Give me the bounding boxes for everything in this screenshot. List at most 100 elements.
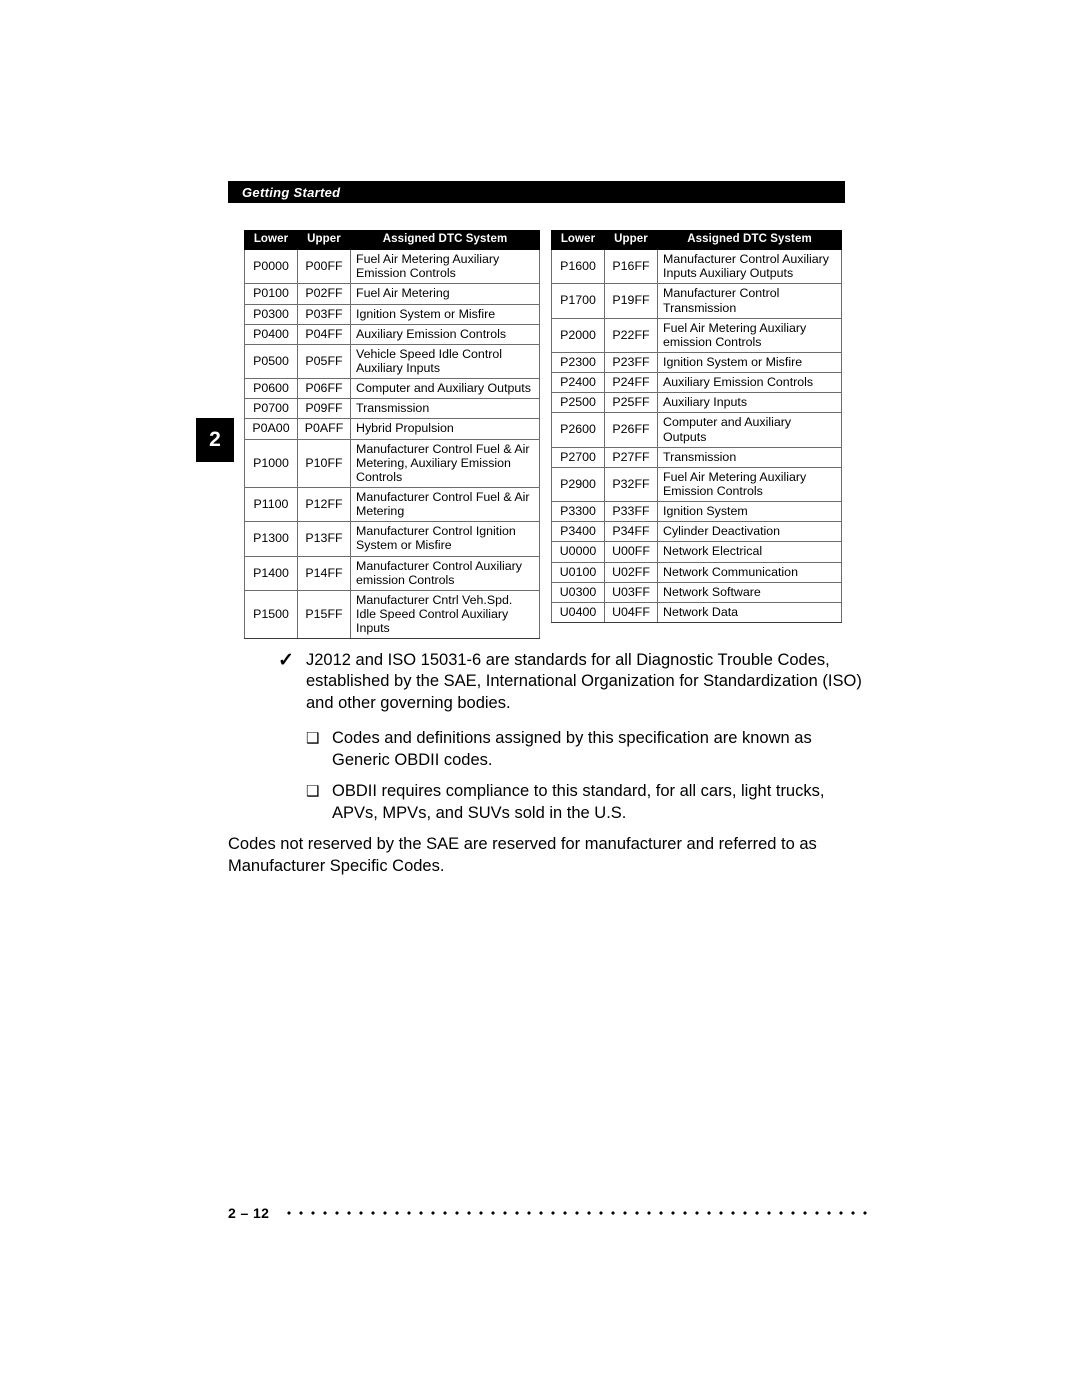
table-row: U0000 U00FF Network Electrical [551,541,842,563]
dtc-table-left: Lower Upper Assigned DTC System P0000 P00… [244,229,540,640]
cell-upper-code: P24FF [604,372,658,394]
cell-upper-code: P04FF [297,323,351,345]
bullet-item-primary-text: J2012 and ISO 15031-6 are standards for … [306,651,862,712]
table-row: P1100 P12FF Manufacturer Control Fuel & Ai… [244,486,540,523]
cell-lower-code: P1700 [551,283,605,319]
cell-upper-code: P15FF [297,589,351,640]
dtc-table-right: Lower Upper Assigned DTC System P1600 P16… [551,229,842,623]
table-row: P3400 P34FF Cylinder Deactivation [551,521,842,543]
cell-upper-code: P26FF [604,412,658,448]
cell-upper-code: P09FF [297,398,351,420]
table-row: P1300 P13FF Manufacturer Control Ignition … [244,521,540,557]
dtc-table-left-head: Lower Upper Assigned DTC System [244,229,540,251]
column-header-upper: Upper [297,229,351,251]
cell-upper-code: P03FF [297,303,351,325]
cell-lower-code: P1400 [244,555,298,591]
cell-assigned-dtc-system: Manufacturer Control Auxiliary emission … [350,555,540,591]
cell-lower-code: P1500 [244,589,298,640]
bullet-item-primary: ✓ J2012 and ISO 15031-6 are standards fo… [278,650,868,714]
cell-assigned-dtc-system: Manufacturer Control Fuel & Air Metering… [350,438,540,488]
table-row: P0100 P02FF Fuel Air Metering [244,283,540,305]
dtc-table-right-body: P1600 P16FF Manufacturer Control Auxiliary… [551,249,842,623]
cell-lower-code: P2500 [551,392,605,414]
cell-upper-code: P33FF [604,501,658,523]
cell-assigned-dtc-system: Manufacturer Control Transmission [657,283,842,319]
cell-assigned-dtc-system: Manufacturer Control Ignition System or … [350,521,540,557]
column-header-lower: Lower [551,229,605,251]
bullet-item-secondary-1-text: Codes and definitions assigned by this s… [332,729,812,769]
cell-lower-code: P1100 [244,486,298,523]
dtc-table-right-head: Lower Upper Assigned DTC System [551,229,842,251]
cell-upper-code: P23FF [604,351,658,374]
cell-assigned-dtc-system: Vehicle Speed Idle Control Auxiliary Inp… [350,343,540,380]
cell-upper-code: P05FF [297,343,351,380]
cell-assigned-dtc-system: Manufacturer Control Auxiliary Inputs Au… [657,249,842,285]
cell-assigned-dtc-system: Manufacturer Control Fuel & Air Metering [350,486,540,523]
table-row: U0100 U02FF Network Communication [551,561,842,583]
cell-assigned-dtc-system: Auxiliary Inputs [657,392,842,414]
cell-lower-code: P0100 [244,283,298,305]
bullet-item-secondary-2: ❑ OBDII requires compliance to this stan… [306,781,868,824]
cell-assigned-dtc-system: Ignition System [657,501,842,523]
cell-assigned-dtc-system: Network Software [657,581,842,603]
cell-lower-code: P2600 [551,412,605,448]
cell-assigned-dtc-system: Transmission [657,446,842,468]
cell-upper-code: P27FF [604,446,658,468]
cell-upper-code: U00FF [604,541,658,563]
cell-assigned-dtc-system: Ignition System or Misfire [657,351,842,374]
table-row: P2700 P27FF Transmission [551,446,842,468]
cell-lower-code: P0A00 [244,418,298,440]
cell-upper-code: P10FF [297,438,351,488]
table-row: P0000 P00FF Fuel Air Metering Auxiliary Em… [244,249,540,285]
cell-assigned-dtc-system: Hybrid Propulsion [350,418,540,440]
cell-lower-code: P0000 [244,249,298,285]
cell-assigned-dtc-system: Fuel Air Metering Auxiliary emission Con… [657,317,842,353]
cell-upper-code: P0AFF [297,418,351,440]
cell-assigned-dtc-system: Computer and Auxiliary Outputs [657,412,842,448]
cell-upper-code: P25FF [604,392,658,414]
cell-upper-code: P02FF [297,283,351,305]
cell-upper-code: P16FF [604,249,658,285]
cell-upper-code: P00FF [297,249,351,285]
running-header-bar: Getting Started [228,181,845,203]
table-row: P1400 P14FF Manufacturer Control Auxiliary… [244,555,540,591]
bullet-item-secondary-1: ❑ Codes and definitions assigned by this… [306,728,868,771]
cell-lower-code: P2000 [551,317,605,353]
table-header-row: Lower Upper Assigned DTC System [244,229,540,251]
cell-lower-code: P2300 [551,351,605,374]
cell-assigned-dtc-system: Auxiliary Emission Controls [350,323,540,345]
page-root: { "header": { "title": "Getting Started"… [0,0,1080,1397]
cell-upper-code: P13FF [297,521,351,557]
check-icon: ✓ [278,650,294,671]
cell-lower-code: U0300 [551,581,605,603]
table-row: P0A00 P0AFF Hybrid Propulsion [244,418,540,440]
running-header-title: Getting Started [242,184,341,200]
cell-assigned-dtc-system: Transmission [350,398,540,420]
square-bullet-icon: ❑ [306,730,320,748]
cell-lower-code: P0300 [244,303,298,325]
page-footer: 2 – 12 [228,1205,868,1221]
cell-lower-code: P0500 [244,343,298,380]
column-header-lower: Lower [244,229,298,251]
footer-dot-rule [283,1211,868,1215]
cell-assigned-dtc-system: Network Data [657,601,842,623]
cell-upper-code: U04FF [604,601,658,623]
cell-upper-code: P14FF [297,555,351,591]
page-number: 2 – 12 [228,1205,270,1221]
cell-lower-code: P0400 [244,323,298,345]
cell-lower-code: P1300 [244,521,298,557]
cell-upper-code: U03FF [604,581,658,603]
table-row: P1000 P10FF Manufacturer Control Fuel & Ai… [244,438,540,488]
cell-assigned-dtc-system: Fuel Air Metering [350,283,540,305]
body-copy: ✓ J2012 and ISO 15031-6 are standards fo… [228,650,868,877]
table-row: P2000 P22FF Fuel Air Metering Auxiliary em… [551,317,842,353]
cell-lower-code: P0700 [244,398,298,420]
chapter-tab: 2 [196,418,234,462]
cell-lower-code: P3400 [551,521,605,543]
square-bullet-icon: ❑ [306,783,320,801]
cell-lower-code: P2400 [551,372,605,394]
cell-assigned-dtc-system: Fuel Air Metering Auxiliary Emission Con… [350,249,540,285]
cell-upper-code: P19FF [604,283,658,319]
table-row: P0500 P05FF Vehicle Speed Idle Control Aux… [244,343,540,380]
cell-lower-code: P1600 [551,249,605,285]
